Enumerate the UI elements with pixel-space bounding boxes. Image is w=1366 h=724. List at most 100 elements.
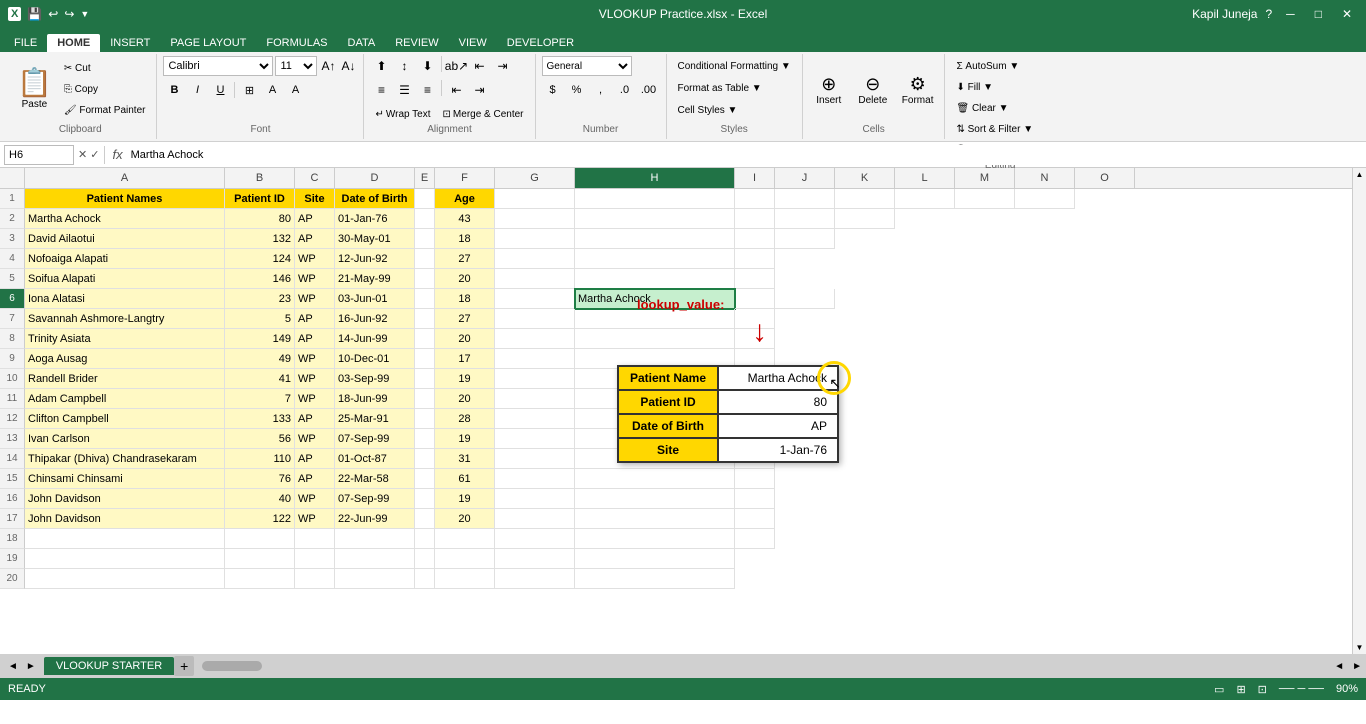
cell-D10[interactable]: 03-Sep-99 [335, 369, 415, 389]
format-button[interactable]: ⚙ Format [897, 56, 939, 124]
cell-F14[interactable]: 31 [435, 449, 495, 469]
cell-G6[interactable] [495, 289, 575, 309]
indent-increase-button[interactable]: ⇥ [491, 56, 513, 76]
row-number[interactable]: 3 [0, 229, 25, 249]
col-header-N[interactable]: N [1015, 168, 1075, 188]
cell-G10[interactable] [495, 369, 575, 389]
cell-B8[interactable]: 149 [225, 329, 295, 349]
comma-button[interactable]: , [590, 80, 612, 100]
add-sheet-button[interactable]: + [174, 656, 194, 676]
cell-F15[interactable]: 61 [435, 469, 495, 489]
cell-C10[interactable]: WP [295, 369, 335, 389]
lookup-val-dob[interactable]: AP [718, 414, 838, 438]
row-number[interactable]: 15 [0, 469, 25, 489]
cell-D9[interactable]: 10-Dec-01 [335, 349, 415, 369]
lookup-val-patient-name[interactable]: Martha Achock ↖ [718, 366, 838, 390]
row-number[interactable]: 10 [0, 369, 25, 389]
cell-H19[interactable] [575, 549, 735, 569]
cell-D20[interactable] [335, 569, 415, 589]
row-number[interactable]: 11 [0, 389, 25, 409]
conditional-formatting-button[interactable]: Conditional Formatting ▼ [673, 56, 796, 76]
cell-reference-box[interactable] [4, 145, 74, 165]
cell-B7[interactable]: 5 [225, 309, 295, 329]
cell-F8[interactable]: 20 [435, 329, 495, 349]
cell-B10[interactable]: 41 [225, 369, 295, 389]
row-number[interactable]: 5 [0, 269, 25, 289]
cell-F16[interactable]: 19 [435, 489, 495, 509]
merge-center-button[interactable]: ⊡ Merge & Center [438, 104, 529, 124]
cell-B1[interactable]: Patient ID [225, 189, 295, 209]
cell-F9[interactable]: 17 [435, 349, 495, 369]
cell-A9[interactable]: Aoga Ausag [25, 349, 225, 369]
cell-I3[interactable] [735, 229, 775, 249]
sort-filter-button[interactable]: ⇅ Sort & Filter ▼ [951, 119, 1048, 139]
row-number[interactable]: 2 [0, 209, 25, 229]
cell-F19[interactable] [435, 549, 495, 569]
horizontal-scrollbar[interactable] [198, 659, 1330, 673]
cell-B6[interactable]: 23 [225, 289, 295, 309]
cell-H20[interactable] [575, 569, 735, 589]
align-middle-button[interactable]: ↕ [393, 56, 415, 76]
cell-C14[interactable]: AP [295, 449, 335, 469]
sheet-tab-vlookup-starter[interactable]: VLOOKUP STARTER [44, 657, 174, 675]
cell-A12[interactable]: Clifton Campbell [25, 409, 225, 429]
cell-C12[interactable]: AP [295, 409, 335, 429]
cell-D1[interactable]: Date of Birth [335, 189, 415, 209]
cell-A10[interactable]: Randell Brider [25, 369, 225, 389]
delete-button[interactable]: ⊖ Delete [853, 56, 893, 124]
cell-D11[interactable]: 18-Jun-99 [335, 389, 415, 409]
cell-H8[interactable] [575, 329, 735, 349]
cell-A6[interactable]: Iona Alatasi [25, 289, 225, 309]
lookup-key-dob[interactable]: Date of Birth [618, 414, 718, 438]
cell-J1[interactable] [775, 189, 835, 209]
cell-F20[interactable] [435, 569, 495, 589]
cell-F4[interactable]: 27 [435, 249, 495, 269]
cell-F18[interactable] [435, 529, 495, 549]
lookup-key-patient-name[interactable]: Patient Name [618, 366, 718, 390]
cell-E11[interactable] [415, 389, 435, 409]
minimize-button[interactable]: ─ [1280, 7, 1301, 21]
cell-F13[interactable]: 19 [435, 429, 495, 449]
cell-H5[interactable] [575, 269, 735, 289]
cell-I1[interactable] [735, 189, 775, 209]
cell-B20[interactable] [225, 569, 295, 589]
fill-button[interactable]: ⬇ Fill ▼ [951, 77, 1048, 97]
cell-F3[interactable]: 18 [435, 229, 495, 249]
cell-B3[interactable]: 132 [225, 229, 295, 249]
cell-B9[interactable]: 49 [225, 349, 295, 369]
quick-access-save[interactable]: 💾 [27, 7, 42, 21]
cell-F1[interactable]: Age [435, 189, 495, 209]
cell-F2[interactable]: 43 [435, 209, 495, 229]
cell-F12[interactable]: 28 [435, 409, 495, 429]
cell-F7[interactable]: 27 [435, 309, 495, 329]
cell-H3[interactable] [575, 229, 735, 249]
cell-D14[interactable]: 01-Oct-87 [335, 449, 415, 469]
cell-B14[interactable]: 110 [225, 449, 295, 469]
font-shrink-button[interactable]: A↓ [339, 57, 357, 75]
cell-J6[interactable] [775, 289, 835, 309]
align-center-button[interactable]: ☰ [393, 80, 415, 100]
currency-button[interactable]: $ [542, 80, 564, 100]
clear-button[interactable]: 🗑 Clear ▼ [951, 98, 1048, 118]
scroll-down-button[interactable]: ▼ [1354, 641, 1366, 654]
cell-E13[interactable] [415, 429, 435, 449]
number-format-select[interactable]: General [542, 56, 632, 76]
cell-G14[interactable] [495, 449, 575, 469]
cell-F10[interactable]: 19 [435, 369, 495, 389]
cell-E15[interactable] [415, 469, 435, 489]
row-number[interactable]: 20 [0, 569, 25, 589]
cell-H18[interactable] [575, 529, 735, 549]
cell-G1[interactable] [495, 189, 575, 209]
cell-G18[interactable] [495, 529, 575, 549]
tab-page-layout[interactable]: PAGE LAYOUT [160, 34, 256, 52]
sheet-scroll-left[interactable]: ◄ [4, 659, 22, 674]
lookup-val-site[interactable]: 1-Jan-76 [718, 438, 838, 462]
italic-button[interactable]: I [186, 80, 208, 100]
format-as-table-button[interactable]: Format as Table ▼ [673, 78, 796, 98]
cell-B19[interactable] [225, 549, 295, 569]
text-direction-button[interactable]: ab↗ [445, 56, 467, 76]
cell-M1[interactable] [955, 189, 1015, 209]
col-header-H[interactable]: H [575, 168, 735, 188]
lookup-key-site[interactable]: Site [618, 438, 718, 462]
fill-color-button[interactable]: A [261, 80, 283, 100]
